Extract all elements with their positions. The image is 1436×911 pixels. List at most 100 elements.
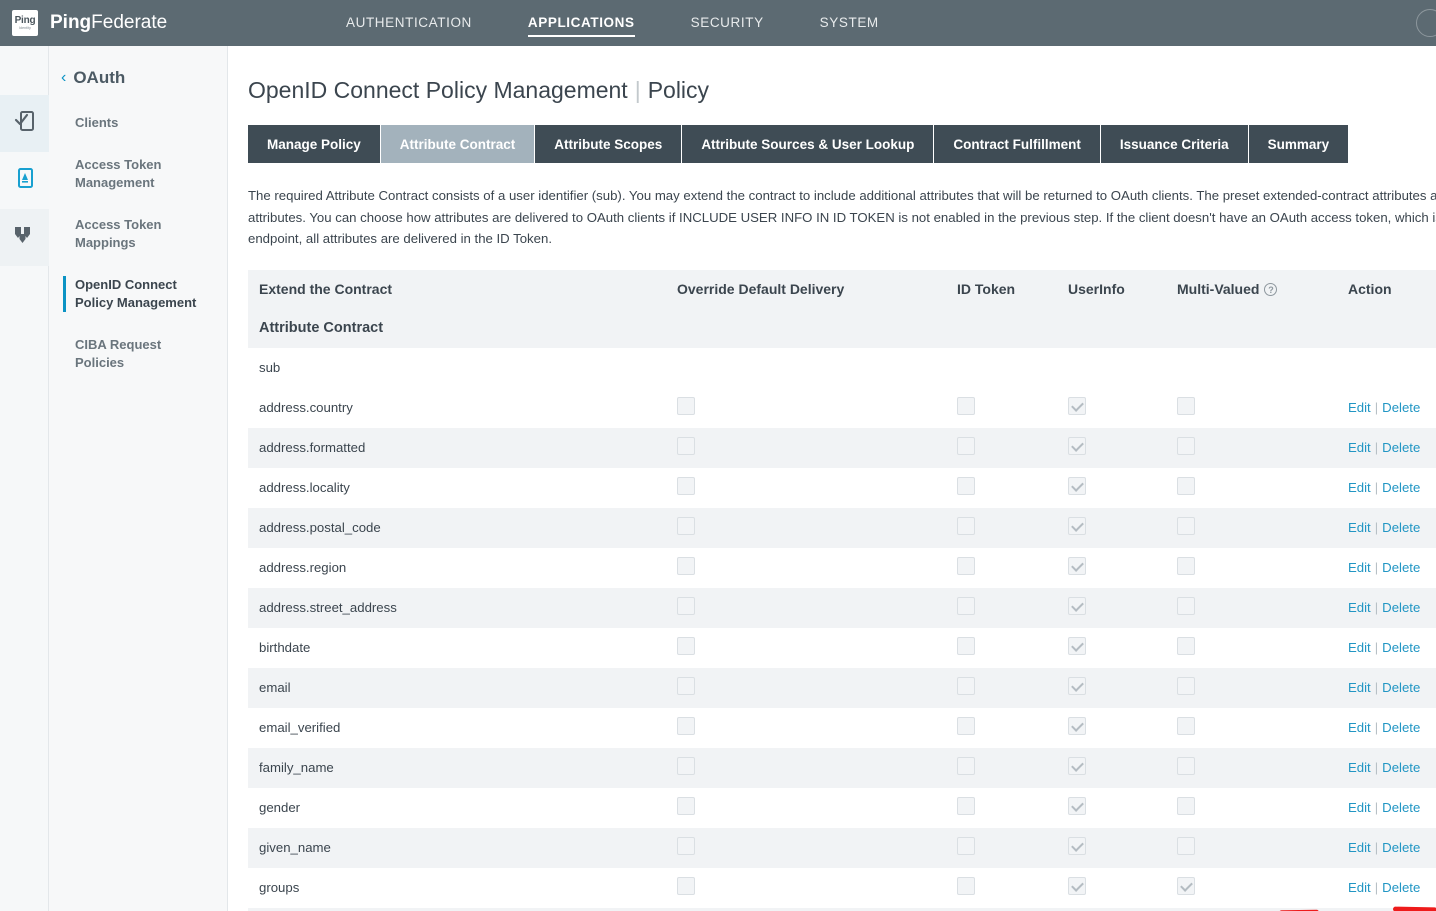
email-userinfo-checkbox[interactable]	[1068, 677, 1086, 695]
address.formatted-multivalued-checkbox[interactable]	[1177, 437, 1195, 455]
delete-link[interactable]: Delete	[1382, 840, 1420, 855]
edit-link[interactable]: Edit	[1348, 520, 1371, 535]
birthdate-userinfo-checkbox[interactable]	[1068, 637, 1086, 655]
address.postal_code-userinfo-checkbox[interactable]	[1068, 517, 1086, 535]
email-id-token-checkbox[interactable]	[957, 677, 975, 695]
delete-link[interactable]: Delete	[1382, 560, 1420, 575]
address.street_address-override-checkbox[interactable]	[677, 597, 695, 615]
user-avatar-circle-icon[interactable]	[1416, 9, 1436, 37]
email-override-checkbox[interactable]	[677, 677, 695, 695]
address.formatted-userinfo-checkbox[interactable]	[1068, 437, 1086, 455]
family_name-multivalued-checkbox[interactable]	[1177, 757, 1195, 775]
family_name-userinfo-checkbox[interactable]	[1068, 757, 1086, 775]
rail-item-applications[interactable]	[0, 152, 49, 209]
edit-link[interactable]: Edit	[1348, 760, 1371, 775]
address.postal_code-multivalued-checkbox[interactable]	[1177, 517, 1195, 535]
family_name-override-checkbox[interactable]	[677, 757, 695, 775]
nav-item-system[interactable]: SYSTEM	[820, 0, 879, 46]
address.locality-id-token-checkbox[interactable]	[957, 477, 975, 495]
sidebar-item-clients[interactable]: Clients	[49, 114, 227, 132]
given_name-override-checkbox[interactable]	[677, 837, 695, 855]
delete-link[interactable]: Delete	[1382, 880, 1420, 895]
sidebar-back-oauth[interactable]: ‹ OAuth	[49, 68, 227, 88]
delete-link[interactable]: Delete	[1382, 760, 1420, 775]
address.street_address-id-token-checkbox[interactable]	[957, 597, 975, 615]
given_name-multivalued-checkbox[interactable]	[1177, 837, 1195, 855]
sidebar-item-ciba-request-policies[interactable]: CIBA Request Policies	[49, 336, 227, 372]
birthdate-multivalued-checkbox[interactable]	[1177, 637, 1195, 655]
edit-link[interactable]: Edit	[1348, 840, 1371, 855]
brand-logo-area[interactable]: Ping Identity PingFederate	[0, 10, 228, 36]
delete-link[interactable]: Delete	[1382, 680, 1420, 695]
gender-id-token-checkbox[interactable]	[957, 797, 975, 815]
address.region-id-token-checkbox[interactable]	[957, 557, 975, 575]
tab-issuance-criteria[interactable]: Issuance Criteria	[1101, 125, 1249, 163]
address.formatted-id-token-checkbox[interactable]	[957, 437, 975, 455]
tab-attribute-sources-user-lookup[interactable]: Attribute Sources & User Lookup	[682, 125, 934, 163]
family_name-id-token-checkbox[interactable]	[957, 757, 975, 775]
address.locality-userinfo-checkbox[interactable]	[1068, 477, 1086, 495]
tab-summary[interactable]: Summary	[1249, 125, 1350, 163]
rail-item-security[interactable]	[0, 209, 49, 266]
delete-link[interactable]: Delete	[1382, 640, 1420, 655]
nav-item-security[interactable]: SECURITY	[691, 0, 764, 46]
delete-link[interactable]: Delete	[1382, 720, 1420, 735]
delete-link[interactable]: Delete	[1382, 520, 1420, 535]
tab-attribute-contract[interactable]: Attribute Contract	[381, 125, 536, 163]
delete-link[interactable]: Delete	[1382, 800, 1420, 815]
tab-attribute-scopes[interactable]: Attribute Scopes	[535, 125, 682, 163]
edit-link[interactable]: Edit	[1348, 560, 1371, 575]
address.street_address-userinfo-checkbox[interactable]	[1068, 597, 1086, 615]
sidebar-item-openid-connect-policy-management[interactable]: OpenID Connect Policy Management	[49, 276, 227, 312]
address.postal_code-override-checkbox[interactable]	[677, 517, 695, 535]
help-question-icon[interactable]: ?	[1264, 283, 1277, 296]
tab-contract-fulfillment[interactable]: Contract Fulfillment	[934, 125, 1101, 163]
nav-item-authentication[interactable]: AUTHENTICATION	[346, 0, 472, 46]
address.region-override-checkbox[interactable]	[677, 557, 695, 575]
nav-item-applications[interactable]: APPLICATIONS	[528, 0, 635, 46]
address.region-multivalued-checkbox[interactable]	[1177, 557, 1195, 575]
delete-link[interactable]: Delete	[1382, 600, 1420, 615]
address.region-userinfo-checkbox[interactable]	[1068, 557, 1086, 575]
sidebar-item-access-token-mappings[interactable]: Access Token Mappings	[49, 216, 227, 252]
delete-link[interactable]: Delete	[1382, 440, 1420, 455]
email-multivalued-checkbox[interactable]	[1177, 677, 1195, 695]
address.locality-override-checkbox[interactable]	[677, 477, 695, 495]
address.locality-multivalued-checkbox[interactable]	[1177, 477, 1195, 495]
address.country-userinfo-checkbox[interactable]	[1068, 397, 1086, 415]
groups-override-checkbox[interactable]	[677, 877, 695, 895]
address.street_address-multivalued-checkbox[interactable]	[1177, 597, 1195, 615]
address.country-id-token-checkbox[interactable]	[957, 397, 975, 415]
rail-item-authentication[interactable]	[0, 95, 49, 152]
delete-link[interactable]: Delete	[1382, 480, 1420, 495]
email_verified-override-checkbox[interactable]	[677, 717, 695, 735]
given_name-userinfo-checkbox[interactable]	[1068, 837, 1086, 855]
gender-override-checkbox[interactable]	[677, 797, 695, 815]
edit-link[interactable]: Edit	[1348, 440, 1371, 455]
groups-userinfo-checkbox[interactable]	[1068, 877, 1086, 895]
email_verified-id-token-checkbox[interactable]	[957, 717, 975, 735]
gender-multivalued-checkbox[interactable]	[1177, 797, 1195, 815]
tab-manage-policy[interactable]: Manage Policy	[248, 125, 381, 163]
email_verified-userinfo-checkbox[interactable]	[1068, 717, 1086, 735]
address.country-multivalued-checkbox[interactable]	[1177, 397, 1195, 415]
birthdate-override-checkbox[interactable]	[677, 637, 695, 655]
address.country-override-checkbox[interactable]	[677, 397, 695, 415]
edit-link[interactable]: Edit	[1348, 400, 1371, 415]
edit-link[interactable]: Edit	[1348, 720, 1371, 735]
groups-id-token-checkbox[interactable]	[957, 877, 975, 895]
sidebar-item-access-token-management[interactable]: Access Token Management	[49, 156, 227, 192]
edit-link[interactable]: Edit	[1348, 600, 1371, 615]
delete-link[interactable]: Delete	[1382, 400, 1420, 415]
edit-link[interactable]: Edit	[1348, 880, 1371, 895]
email_verified-multivalued-checkbox[interactable]	[1177, 717, 1195, 735]
birthdate-id-token-checkbox[interactable]	[957, 637, 975, 655]
groups-multivalued-checkbox[interactable]	[1177, 877, 1195, 895]
edit-link[interactable]: Edit	[1348, 480, 1371, 495]
gender-userinfo-checkbox[interactable]	[1068, 797, 1086, 815]
edit-link[interactable]: Edit	[1348, 800, 1371, 815]
address.postal_code-id-token-checkbox[interactable]	[957, 517, 975, 535]
given_name-id-token-checkbox[interactable]	[957, 837, 975, 855]
address.formatted-override-checkbox[interactable]	[677, 437, 695, 455]
edit-link[interactable]: Edit	[1348, 680, 1371, 695]
